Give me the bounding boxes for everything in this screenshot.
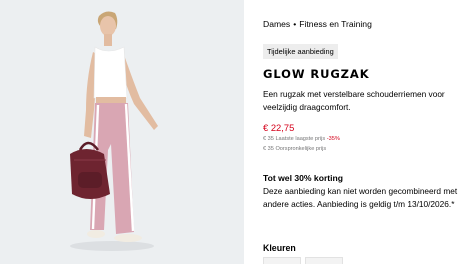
breadcrumb-separator: • [293, 19, 297, 29]
colors-heading: Kleuren [263, 243, 296, 253]
product-title: GLOW RUGZAK [263, 67, 370, 81]
lowest-price-info: € 35 Laatste laagste prijs -35% [263, 136, 340, 142]
color-swatch[interactable] [263, 257, 301, 264]
model-with-backpack-illustration [0, 0, 244, 264]
current-price: € 22,75 [263, 122, 295, 133]
product-image[interactable] [0, 0, 244, 264]
breadcrumb: Dames • Fitness en Training [263, 19, 372, 29]
discount-percentage: -35% [326, 136, 340, 142]
breadcrumb-link-dames[interactable]: Dames [263, 19, 290, 29]
lowest-price-label: € 35 Laatste laagste prijs [263, 136, 326, 142]
product-description: Een rugzak met verstelbare schouderrieme… [263, 89, 445, 112]
promo-title: Tot wel 30% korting [263, 173, 344, 183]
original-price: € 35 Oorspronkelijke prijs [263, 146, 327, 152]
color-swatch[interactable] [305, 257, 343, 264]
promo-text: Deze aanbieding kan niet worden gecombin… [263, 186, 458, 209]
sale-badge: Tijdelijke aanbieding [263, 44, 338, 59]
breadcrumb-link-fitness[interactable]: Fitness en Training [299, 19, 372, 29]
